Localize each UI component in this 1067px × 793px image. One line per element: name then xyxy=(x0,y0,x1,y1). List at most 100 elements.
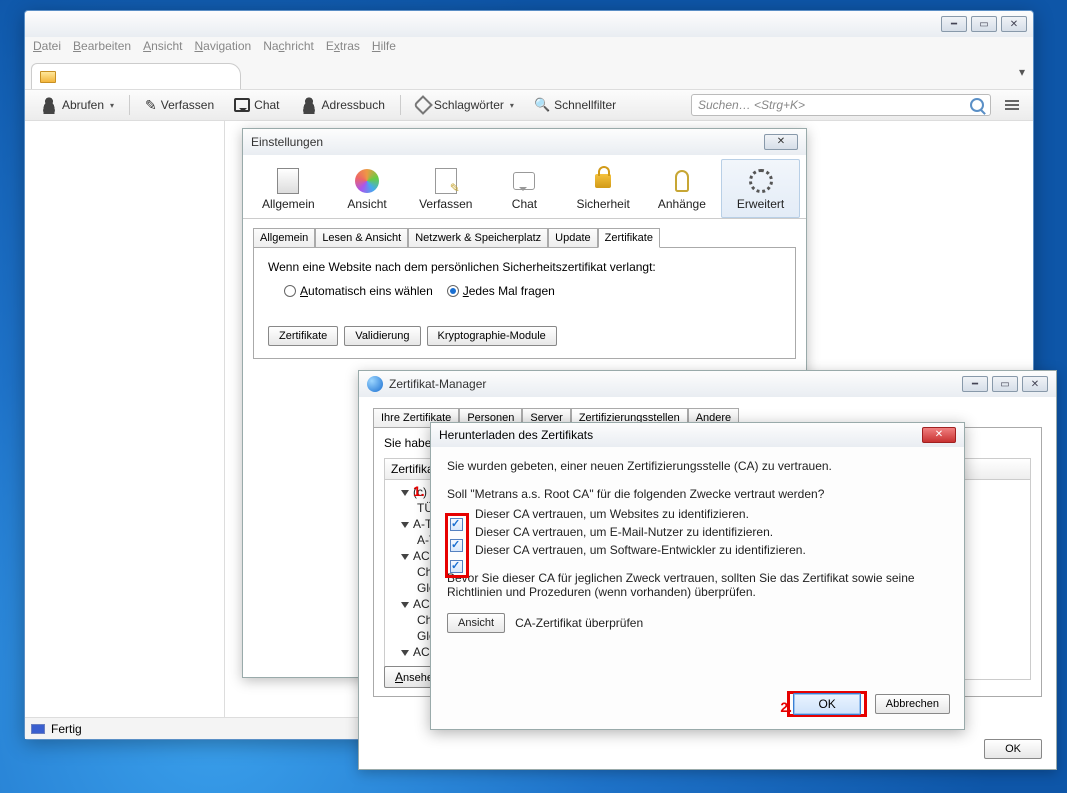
cat-anhange[interactable]: Anhänge xyxy=(643,159,722,218)
menu-icon[interactable] xyxy=(1001,96,1023,114)
cat-chat[interactable]: Chat xyxy=(485,159,564,218)
ok-button[interactable]: OK xyxy=(793,693,860,715)
dl-p2: Soll "Metrans a.s. Root CA" für die folg… xyxy=(447,487,948,501)
maximize-button[interactable]: ▭ xyxy=(971,16,997,32)
chk-label-websites: Dieser CA vertrauen, um Websites zu iden… xyxy=(475,507,749,521)
monitor-icon xyxy=(31,724,45,734)
chat-button[interactable]: Chat xyxy=(229,96,284,114)
checkbox-software[interactable] xyxy=(450,560,463,573)
toolbar: Abrufen ▾ ✎ Verfassen Chat Adressbuch Sc… xyxy=(25,89,1033,121)
col-name: Zertifika xyxy=(391,462,434,476)
certmgr-title: Zertifikat-Manager xyxy=(389,377,962,391)
gear-icon xyxy=(749,169,773,193)
tab-dropdown-icon[interactable]: ▾ xyxy=(1019,65,1025,79)
annotation-1: 1. xyxy=(413,483,425,499)
abrufen-button[interactable]: Abrufen ▾ xyxy=(35,94,119,116)
clip-icon xyxy=(675,170,689,192)
close-button[interactable]: ✕ xyxy=(922,427,956,443)
certmgr-titlebar: Zertifikat-Manager ━ ▭ ✕ xyxy=(359,371,1056,397)
schlagworter-label: Schlagwörter xyxy=(434,98,504,112)
maximize-button[interactable]: ▭ xyxy=(992,376,1018,392)
menu-extras[interactable]: Extras xyxy=(326,39,360,57)
checkbox-email[interactable] xyxy=(450,539,463,552)
radio-auto[interactable]: Automatisch eins wählen xyxy=(284,284,433,298)
checkbox-websites[interactable] xyxy=(450,518,463,531)
expand-icon xyxy=(401,602,409,608)
separator xyxy=(400,95,401,115)
settings-titlebar: Einstellungen ✕ xyxy=(243,129,806,155)
subtab-netzwerk[interactable]: Netzwerk & Speicherplatz xyxy=(408,228,548,248)
ansicht-button[interactable]: Ansicht xyxy=(447,613,505,633)
subtab-allgemein[interactable]: Allgemein xyxy=(253,228,315,248)
pencil-icon: ✎ xyxy=(145,97,157,114)
thunderbird-icon xyxy=(367,376,383,392)
close-button[interactable]: ✕ xyxy=(1022,376,1048,392)
chevron-down-icon: ▾ xyxy=(510,101,514,110)
dl-titlebar: Herunterladen des Zertifikats ✕ xyxy=(431,423,964,447)
verify-label: CA-Zertifikat überprüfen xyxy=(515,616,643,630)
schlagworter-button[interactable]: Schlagwörter ▾ xyxy=(411,96,519,114)
ok-button[interactable]: OK xyxy=(984,739,1042,759)
palette-icon xyxy=(355,169,379,193)
dl-title: Herunterladen des Zertifikats xyxy=(439,428,922,442)
cancel-button[interactable]: Abbrechen xyxy=(875,694,950,714)
verfassen-button[interactable]: ✎ Verfassen xyxy=(140,95,219,116)
cat-label: Erweitert xyxy=(737,197,784,211)
cat-verfassen[interactable]: Verfassen xyxy=(406,159,485,218)
close-button[interactable]: ✕ xyxy=(764,134,798,150)
chk-label-software: Dieser CA vertrauen, um Software-Entwick… xyxy=(475,543,806,557)
cat-allgemein[interactable]: Allgemein xyxy=(249,159,328,218)
settings-subarea: Allgemein Lesen & Ansicht Netzwerk & Spe… xyxy=(243,219,806,367)
download-cert-dialog: Herunterladen des Zertifikats ✕ Sie wurd… xyxy=(430,422,965,730)
search-icon xyxy=(970,98,984,112)
minimize-button[interactable]: ━ xyxy=(941,16,967,32)
folder-tab[interactable] xyxy=(31,63,241,89)
menu-navigation[interactable]: Navigation xyxy=(194,39,251,57)
adressbuch-button[interactable]: Adressbuch xyxy=(295,94,390,116)
abrufen-label: Abrufen xyxy=(62,98,104,112)
settings-title: Einstellungen xyxy=(251,135,764,149)
close-button[interactable]: ✕ xyxy=(1001,16,1027,32)
cat-sicherheit[interactable]: Sicherheit xyxy=(564,159,643,218)
cat-label: Anhänge xyxy=(658,197,706,211)
cert-question: Wenn eine Website nach dem persönlichen … xyxy=(268,260,781,274)
chat-icon xyxy=(234,98,250,112)
radio-jedesmal-label: Jedes Mal fragen xyxy=(463,284,555,298)
cat-erweitert[interactable]: Erweitert xyxy=(721,159,800,218)
dl-p3: Bevor Sie dieser CA für jeglichen Zweck … xyxy=(447,571,948,599)
annotation-2: 2. xyxy=(780,699,792,715)
search-placeholder: Suchen… <Strg+K> xyxy=(698,98,805,112)
subtab-update[interactable]: Update xyxy=(548,228,597,248)
chat-icon xyxy=(513,172,535,190)
zertifikate-button[interactable]: Zertifikate xyxy=(268,326,338,346)
folder-icon xyxy=(40,71,56,83)
krypto-module-button[interactable]: Kryptographie-Module xyxy=(427,326,557,346)
schnellfilter-button[interactable]: 🔍 Schnellfilter xyxy=(529,95,621,115)
compose-icon xyxy=(435,168,457,194)
expand-icon xyxy=(401,490,409,496)
category-bar: Allgemein Ansicht Verfassen Chat Sicherh… xyxy=(243,155,806,219)
menu-ansicht[interactable]: Ansicht xyxy=(143,39,182,57)
chat-label: Chat xyxy=(254,98,279,112)
schnellfilter-label: Schnellfilter xyxy=(554,98,616,112)
tag-icon xyxy=(413,95,433,115)
chevron-down-icon: ▾ xyxy=(110,101,114,110)
radio-jedesmal[interactable]: Jedes Mal fragen xyxy=(447,284,555,298)
subpanel-zertifikate: Wenn eine Website nach dem persönlichen … xyxy=(253,247,796,359)
cat-label: Ansicht xyxy=(347,197,386,211)
menu-nachricht[interactable]: Nachricht xyxy=(263,39,314,57)
menu-bearbeiten[interactable]: Bearbeiten xyxy=(73,39,131,57)
menu-bar: Datei Bearbeiten Ansicht Navigation Nach… xyxy=(25,37,1033,59)
cat-ansicht[interactable]: Ansicht xyxy=(328,159,407,218)
menu-hilfe[interactable]: Hilfe xyxy=(372,39,396,57)
validierung-button[interactable]: Validierung xyxy=(344,326,420,346)
folder-sidebar[interactable] xyxy=(25,121,225,717)
minimize-button[interactable]: ━ xyxy=(962,376,988,392)
subtab-lesen[interactable]: Lesen & Ansicht xyxy=(315,228,408,248)
verfassen-label: Verfassen xyxy=(161,98,214,112)
subtab-zertifikate[interactable]: Zertifikate xyxy=(598,228,660,248)
status-text: Fertig xyxy=(51,722,82,736)
menu-datei[interactable]: Datei xyxy=(33,39,61,57)
main-titlebar: ━ ▭ ✕ xyxy=(25,11,1033,37)
search-input[interactable]: Suchen… <Strg+K> xyxy=(691,94,991,116)
